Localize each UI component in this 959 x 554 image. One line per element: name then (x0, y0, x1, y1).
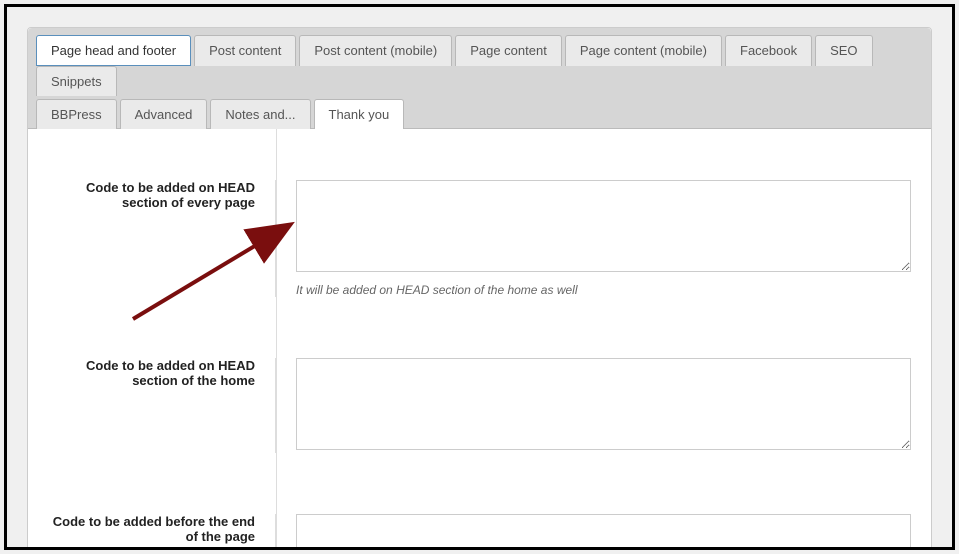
tab-row-primary: Page head and footer Post content Post c… (36, 34, 923, 95)
tabs-container: Page head and footer Post content Post c… (28, 28, 931, 129)
form-rows: Code to be added on HEAD section of ever… (28, 129, 931, 550)
field-label-head-home: Code to be added on HEAD section of the … (28, 358, 276, 453)
tab-snippets[interactable]: Snippets (36, 66, 117, 96)
textarea-before-end[interactable] (296, 514, 911, 550)
field-col-head-home (276, 358, 911, 453)
textarea-head-every-page[interactable] (296, 180, 911, 272)
tab-notes[interactable]: Notes and... (210, 99, 310, 129)
tab-page-content[interactable]: Page content (455, 35, 562, 66)
tab-thank-you[interactable]: Thank you (314, 99, 405, 129)
form-row-head-home: Code to be added on HEAD section of the … (28, 340, 931, 463)
textarea-head-home[interactable] (296, 358, 911, 450)
vertical-divider (276, 129, 277, 550)
app-frame: Page head and footer Post content Post c… (4, 4, 955, 550)
tab-post-content[interactable]: Post content (194, 35, 296, 66)
field-label-before-end: Code to be added before the end of the p… (28, 514, 276, 550)
tab-row-secondary: BBPress Advanced Notes and... Thank you (36, 98, 923, 128)
tab-page-content-mobile[interactable]: Page content (mobile) (565, 35, 722, 66)
tab-page-head-footer[interactable]: Page head and footer (36, 35, 191, 66)
help-text-head-every-page: It will be added on HEAD section of the … (296, 283, 911, 297)
form-row-head-every-page: Code to be added on HEAD section of ever… (28, 162, 931, 307)
tab-advanced[interactable]: Advanced (120, 99, 208, 129)
tab-content: Code to be added on HEAD section of ever… (28, 129, 931, 550)
tab-seo[interactable]: SEO (815, 35, 872, 66)
settings-panel: Page head and footer Post content Post c… (27, 27, 932, 550)
field-label-head-every-page: Code to be added on HEAD section of ever… (28, 180, 276, 297)
field-col-head-every-page: It will be added on HEAD section of the … (276, 180, 911, 297)
tab-bbpress[interactable]: BBPress (36, 99, 117, 129)
tab-post-content-mobile[interactable]: Post content (mobile) (299, 35, 452, 66)
tab-facebook[interactable]: Facebook (725, 35, 812, 66)
field-col-before-end: It works if your theme has the wp_footer… (276, 514, 911, 550)
form-row-before-end: Code to be added before the end of the p… (28, 496, 931, 550)
